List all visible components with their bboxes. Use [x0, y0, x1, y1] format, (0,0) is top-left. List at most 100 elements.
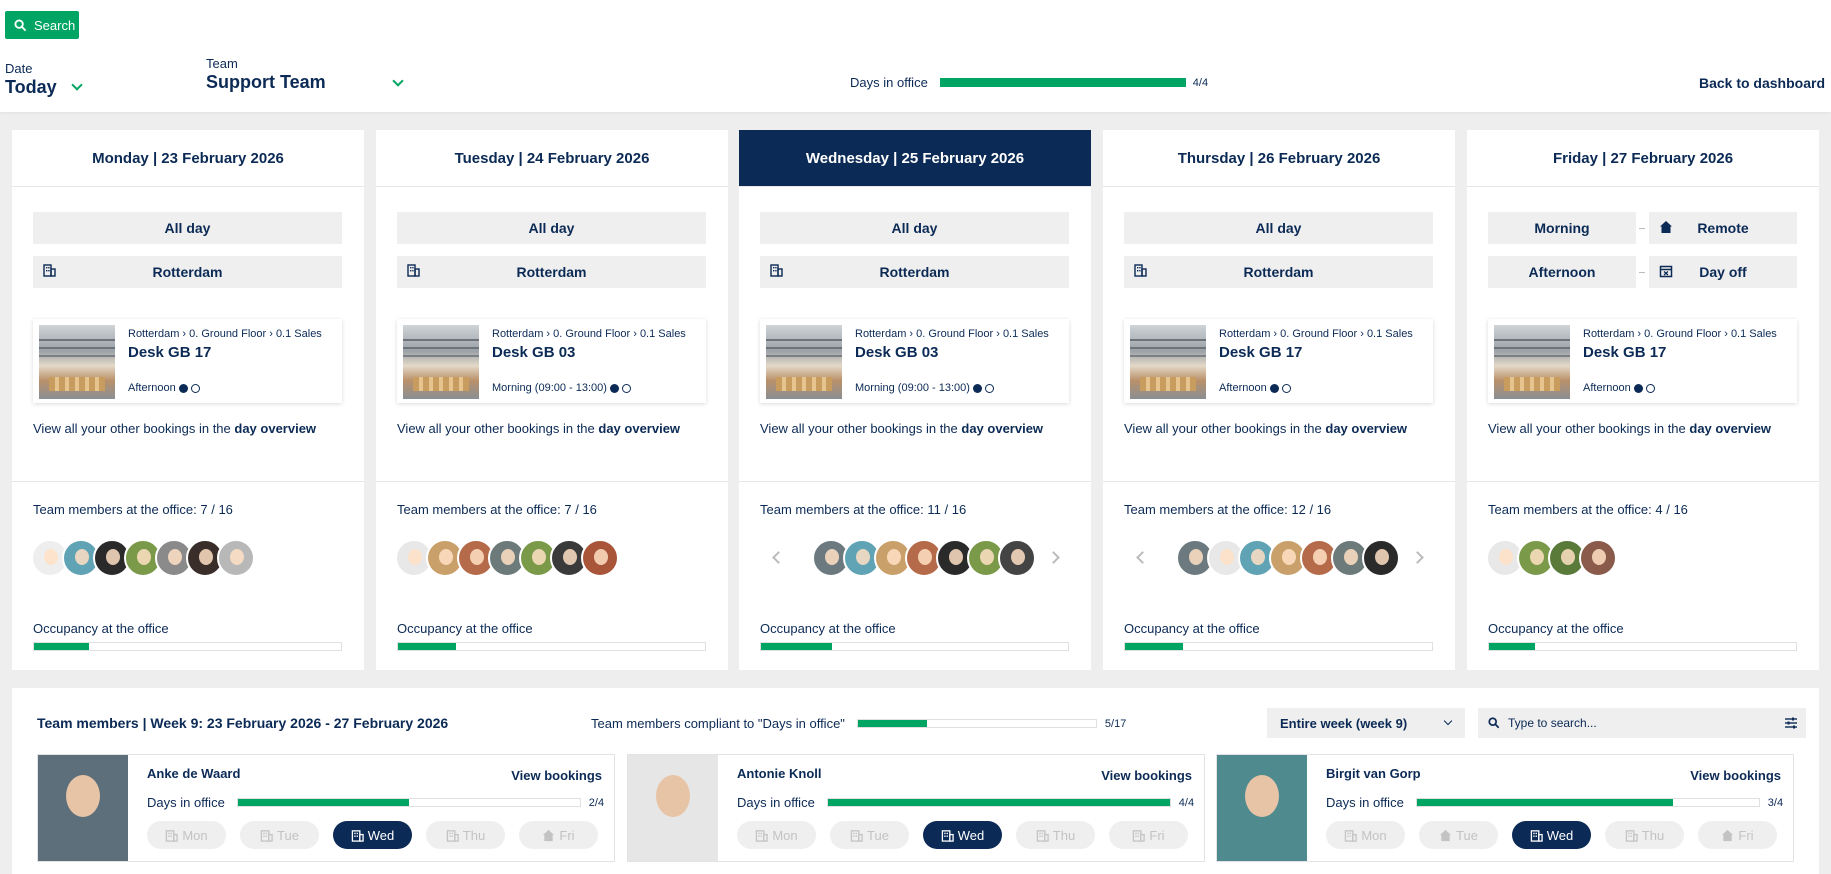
slot-label: All day	[528, 220, 575, 236]
day-slot[interactable]: All day	[760, 212, 1069, 244]
overview-text: View all your other bookings in the day …	[1488, 421, 1771, 436]
day-pill-mon[interactable]: Mon	[1326, 821, 1405, 849]
recurring-icon	[190, 383, 200, 393]
week-select[interactable]: Entire week (week 9)	[1267, 708, 1465, 738]
occupancy-label: Occupancy at the office	[33, 621, 169, 636]
day-pill-wed[interactable]: Wed	[1512, 821, 1591, 849]
day-overview-link[interactable]: day overview	[1689, 421, 1771, 436]
team-filter[interactable]: Team Support Team	[206, 56, 406, 93]
carousel-prev-arrow[interactable]	[1136, 551, 1149, 564]
day-pill-fri[interactable]: Fri	[519, 821, 598, 849]
booking-location-path: Rotterdam › 0. Ground Floor › 0.1 Sales	[1219, 328, 1413, 340]
avatar-group	[395, 539, 619, 577]
afternoon-slot[interactable]: Afternoon	[1488, 256, 1636, 288]
occupancy-bar	[1124, 642, 1433, 651]
day-overview-link[interactable]: day overview	[598, 421, 680, 436]
compliance-fill	[857, 720, 927, 727]
view-bookings-link[interactable]: View bookings	[1690, 768, 1781, 783]
carousel-next-arrow[interactable]	[1047, 551, 1060, 564]
day-pill-mon[interactable]: Mon	[737, 821, 816, 849]
day-pill-fri[interactable]: Fri	[1109, 821, 1188, 849]
day-pill-tue[interactable]: Tue	[1419, 821, 1498, 849]
day-pill-mon[interactable]: Mon	[147, 821, 226, 849]
day-slot[interactable]: All day	[1124, 212, 1433, 244]
team-members-count: Team members at the office: 4 / 16	[1488, 502, 1688, 517]
day-pill-tue[interactable]: Tue	[830, 821, 909, 849]
avatar[interactable]	[581, 539, 619, 577]
day-header[interactable]: Thursday | 26 February 2026	[1103, 130, 1455, 187]
avatar[interactable]	[998, 539, 1036, 577]
back-to-dashboard-link[interactable]: Back to dashboard	[1699, 75, 1825, 91]
day-pill-label: Wed	[957, 827, 985, 843]
booking-card[interactable]: Rotterdam › 0. Ground Floor › 0.1 Sales …	[760, 319, 1069, 403]
info-icon[interactable]	[1269, 383, 1279, 393]
day-pill-thu[interactable]: Thu	[1016, 821, 1095, 849]
avatar[interactable]	[1362, 539, 1400, 577]
day-header[interactable]: Friday | 27 February 2026	[1467, 130, 1819, 187]
day-slot[interactable]: All day	[33, 212, 342, 244]
day-pill-label: Tue	[867, 827, 889, 843]
filter-sliders-icon[interactable]	[1784, 716, 1798, 730]
booking-card[interactable]: Rotterdam › 0. Ground Floor › 0.1 Sales …	[33, 319, 342, 403]
divider	[376, 481, 728, 482]
day-overview-link[interactable]: day overview	[1325, 421, 1407, 436]
booking-desk: Desk GB 17	[1219, 344, 1303, 361]
carousel-next-arrow[interactable]	[1411, 551, 1424, 564]
day-pill-fri[interactable]: Fri	[1698, 821, 1777, 849]
morning-slot[interactable]: Morning	[1488, 212, 1636, 244]
day-pill-tue[interactable]: Tue	[240, 821, 319, 849]
avatar[interactable]	[217, 539, 255, 577]
building-icon	[446, 829, 459, 842]
day-pill-thu[interactable]: Thu	[1605, 821, 1684, 849]
search-icon	[14, 18, 27, 31]
search-button[interactable]: Search	[5, 11, 79, 39]
booking-card[interactable]: Rotterdam › 0. Ground Floor › 0.1 Sales …	[1124, 319, 1433, 403]
day-slot[interactable]: All day	[397, 212, 706, 244]
team-members-section: Team members | Week 9: 23 February 2026 …	[12, 688, 1819, 874]
home-icon	[1722, 829, 1734, 841]
compliance-label: Team members compliant to "Days in offic…	[591, 716, 845, 731]
morning-status[interactable]: Remote	[1649, 212, 1797, 244]
date-filter[interactable]: Date Today	[5, 61, 83, 98]
day-pill-wed[interactable]: Wed	[333, 821, 412, 849]
view-bookings-link[interactable]: View bookings	[511, 768, 602, 783]
location-slot[interactable]: Rotterdam	[760, 256, 1069, 288]
office-photo	[403, 325, 479, 399]
day-pill-wed[interactable]: Wed	[923, 821, 1002, 849]
location-slot[interactable]: Rotterdam	[397, 256, 706, 288]
day-card-tuesday: Tuesday | 24 February 2026 All day Rotte…	[376, 130, 728, 670]
day-overview-link[interactable]: day overview	[234, 421, 316, 436]
overview-prefix: View all your other bookings in the	[397, 421, 599, 436]
avatar-group	[31, 539, 255, 577]
booking-card[interactable]: Rotterdam › 0. Ground Floor › 0.1 Sales …	[1488, 319, 1797, 403]
occupancy-label: Occupancy at the office	[760, 621, 896, 636]
avatar-group	[1486, 539, 1617, 577]
week-days: Monday | 23 February 2026 All day Rotter…	[12, 130, 1819, 670]
location-slot[interactable]: Rotterdam	[1124, 256, 1433, 288]
team-members-count: Team members at the office: 11 / 16	[760, 502, 967, 517]
booking-card[interactable]: Rotterdam › 0. Ground Floor › 0.1 Sales …	[397, 319, 706, 403]
day-pill-thu[interactable]: Thu	[426, 821, 505, 849]
info-icon[interactable]	[972, 383, 982, 393]
location-label: Rotterdam	[1243, 264, 1314, 280]
day-card-thursday: Thursday | 26 February 2026 All day Rott…	[1103, 130, 1455, 670]
team-filter-label: Team	[206, 56, 238, 71]
divider	[1103, 481, 1455, 482]
day-header[interactable]: Tuesday | 24 February 2026	[376, 130, 728, 187]
day-header[interactable]: Wednesday | 25 February 2026	[739, 130, 1091, 187]
booking-desk: Desk GB 03	[855, 344, 939, 361]
member-day-pills: Mon Tue Wed Thu Fri	[737, 821, 1188, 849]
view-bookings-link[interactable]: View bookings	[1101, 768, 1192, 783]
team-filter-value: Support Team	[206, 72, 326, 92]
info-icon[interactable]	[1633, 383, 1643, 393]
member-search-input[interactable]	[1508, 716, 1768, 730]
member-dio-value: 2/4	[588, 796, 605, 809]
location-slot[interactable]: Rotterdam	[33, 256, 342, 288]
day-overview-link[interactable]: day overview	[961, 421, 1043, 436]
info-icon[interactable]	[609, 383, 619, 393]
afternoon-status[interactable]: Day off	[1649, 256, 1797, 288]
carousel-prev-arrow[interactable]	[772, 551, 785, 564]
info-icon[interactable]	[178, 383, 188, 393]
day-header[interactable]: Monday | 23 February 2026	[12, 130, 364, 187]
avatar[interactable]	[1579, 539, 1617, 577]
